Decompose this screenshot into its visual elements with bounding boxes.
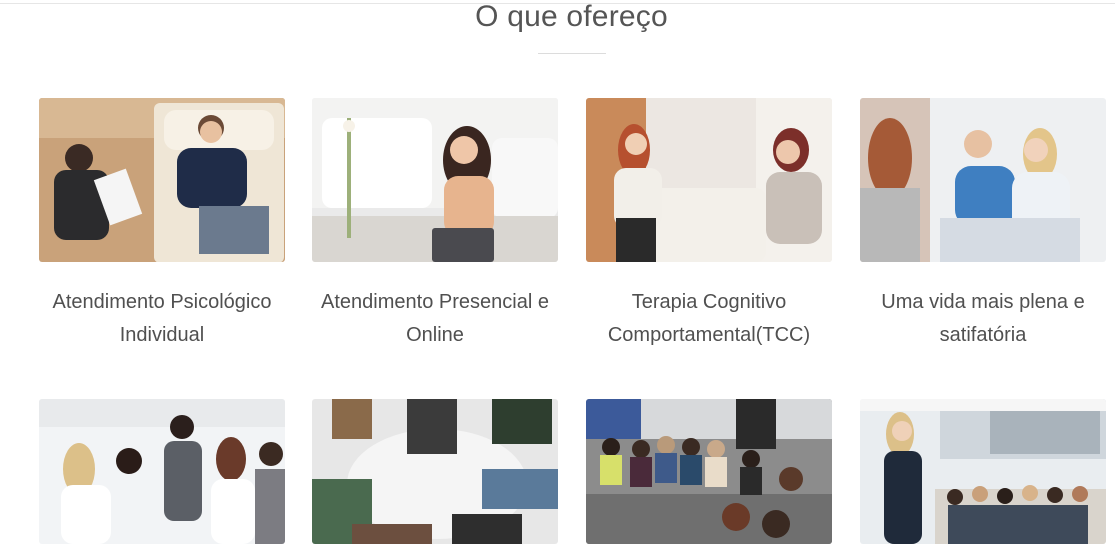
speaker-presentation-photo[interactable] bbox=[860, 399, 1106, 544]
service-card[interactable] bbox=[860, 399, 1106, 544]
woman-at-laptop-photo[interactable] bbox=[312, 98, 558, 262]
service-title[interactable]: Atendimento Presencial e Online bbox=[301, 286, 569, 352]
service-card[interactable] bbox=[39, 399, 285, 544]
service-card[interactable] bbox=[312, 399, 558, 544]
service-title[interactable]: Uma vida mais plena e satifatória bbox=[849, 286, 1115, 352]
service-card[interactable] bbox=[586, 399, 832, 544]
happy-couple-photo[interactable] bbox=[860, 98, 1106, 262]
audience-circle-photo[interactable] bbox=[586, 399, 832, 544]
cbt-session-photo[interactable] bbox=[586, 98, 832, 262]
group-circle-top-view-photo[interactable] bbox=[312, 399, 558, 544]
service-card[interactable]: Uma vida mais plena e satifatória bbox=[860, 98, 1106, 352]
service-title[interactable]: Terapia Cognitivo Comportamental(TCC) bbox=[575, 286, 843, 352]
therapist-and-client-session-photo[interactable] bbox=[39, 98, 285, 262]
service-card[interactable]: Atendimento Presencial e Online bbox=[312, 98, 558, 352]
section-title: O que ofereço bbox=[475, 0, 668, 33]
service-title[interactable]: Atendimento Psicológico Individual bbox=[28, 286, 296, 352]
group-therapy-standing-photo[interactable] bbox=[39, 399, 285, 544]
service-card[interactable]: Terapia Cognitivo Comportamental(TCC) bbox=[586, 98, 832, 352]
service-card[interactable]: Atendimento Psicológico Individual bbox=[39, 98, 285, 352]
title-underline bbox=[538, 53, 606, 54]
page: O que ofereço Atendimento Psicológico In… bbox=[0, 0, 1115, 544]
